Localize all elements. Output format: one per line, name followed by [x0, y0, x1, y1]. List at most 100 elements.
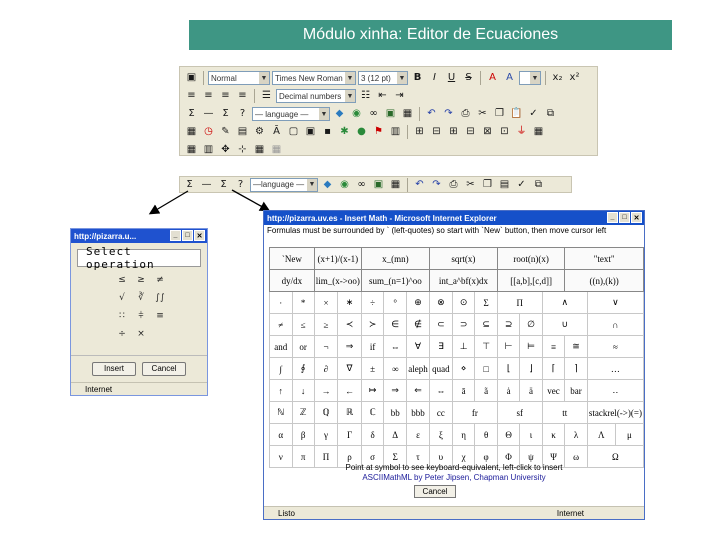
symbol-cell[interactable]: ≥: [313, 313, 339, 336]
minimize-icon[interactable]: _: [170, 230, 181, 241]
minimize-icon[interactable]: _: [607, 212, 618, 223]
symbol-cell[interactable]: ∇: [337, 357, 362, 380]
symbol-cell[interactable]: ±: [360, 357, 385, 380]
symbol-cell[interactable]: ⌈: [541, 357, 566, 380]
symbol-cell[interactable]: ⊇: [496, 313, 521, 336]
symbol-cell[interactable]: ⇒: [337, 335, 362, 358]
symbol-cell[interactable]: →: [313, 379, 339, 402]
symbol-cell[interactable]: ¬: [313, 335, 339, 358]
symbol-cell[interactable]: ⋄: [451, 357, 476, 380]
symbol-cell[interactable]: vec: [541, 379, 566, 402]
symbol-cell[interactable]: Σ: [474, 291, 498, 314]
symbol-cell[interactable]: ((n),(k)): [564, 269, 644, 292]
symbol-cell[interactable]: ⌋: [519, 357, 543, 380]
symbol-cell[interactable]: ⊙: [451, 291, 476, 314]
symbol-cell[interactable]: ∃: [428, 335, 453, 358]
symbol-cell[interactable]: root(n)(x): [496, 247, 566, 270]
symbol-cell[interactable]: ⊃: [451, 313, 476, 336]
symbol-cell[interactable]: ⊥: [451, 335, 476, 358]
symbol-cell[interactable]: ∩: [586, 313, 645, 336]
symbol-cell[interactable]: ∀: [406, 335, 430, 358]
symbol-cell[interactable]: δ: [360, 423, 385, 446]
symbol-cell[interactable]: Π: [496, 291, 543, 314]
symbol-cell[interactable]: α: [269, 423, 293, 446]
symbol-cell[interactable]: ⇒: [383, 379, 407, 402]
symbol-cell[interactable]: ≠: [269, 313, 293, 336]
symbol-cell[interactable]: ι: [519, 423, 543, 446]
maximize-icon[interactable]: □: [619, 212, 630, 223]
operation-button[interactable]: ÷: [113, 325, 131, 342]
operation-button[interactable]: ⫩: [132, 307, 150, 324]
symbol-cell[interactable]: ∫: [269, 357, 293, 380]
symbol-cell[interactable]: bar: [564, 379, 588, 402]
symbol-cell[interactable]: ÷: [360, 291, 385, 314]
symbol-cell[interactable]: cc: [428, 401, 453, 424]
symbol-cell[interactable]: bb: [383, 401, 407, 424]
symbol-cell[interactable]: μ: [614, 423, 645, 446]
symbol-cell[interactable]: □: [474, 357, 498, 380]
close-icon[interactable]: ✕: [631, 212, 642, 223]
symbol-cell[interactable]: ⊤: [474, 335, 498, 358]
operation-button[interactable]: √: [113, 289, 131, 306]
close-icon[interactable]: ✕: [194, 230, 205, 241]
symbol-cell[interactable]: ȧ: [496, 379, 521, 402]
symbol-cell[interactable]: ≡: [541, 335, 566, 358]
symbol-cell[interactable]: ≈: [586, 335, 645, 358]
cancel-button[interactable]: Cancel: [142, 361, 186, 376]
operation-button[interactable]: [151, 325, 169, 342]
symbol-cell[interactable]: γ: [313, 423, 339, 446]
symbol-cell[interactable]: x_(mn): [360, 247, 430, 270]
symbol-cell[interactable]: int_a^bf(x)dx: [428, 269, 498, 292]
symbol-cell[interactable]: ←: [337, 379, 362, 402]
symbol-cell[interactable]: ∞: [383, 357, 407, 380]
symbol-cell[interactable]: ⇔: [383, 335, 407, 358]
symbol-cell[interactable]: aleph: [406, 357, 430, 380]
symbol-cell[interactable]: ä: [519, 379, 543, 402]
symbol-cell[interactable]: [[a,b],[c,d]]: [496, 269, 566, 292]
symbol-cell[interactable]: ∧: [541, 291, 588, 314]
symbol-cell[interactable]: fr: [451, 401, 498, 424]
operation-button[interactable]: ∛: [132, 289, 150, 306]
symbol-cell[interactable]: ·: [269, 291, 293, 314]
operation-button[interactable]: ∫∫: [151, 289, 169, 306]
symbol-cell[interactable]: ℤ: [291, 401, 315, 424]
symbol-cell[interactable]: ā: [451, 379, 476, 402]
symbol-cell[interactable]: ∅: [519, 313, 543, 336]
insert-button[interactable]: Insert: [92, 361, 136, 376]
symbol-cell[interactable]: ξ: [428, 423, 453, 446]
symbol-cell[interactable]: if: [360, 335, 385, 358]
symbol-cell[interactable]: tt: [541, 401, 588, 424]
symbol-cell[interactable]: ×: [313, 291, 339, 314]
symbol-cell[interactable]: ∪: [541, 313, 588, 336]
operation-button[interactable]: ≡: [151, 307, 169, 324]
symbol-cell[interactable]: ℂ: [360, 401, 385, 424]
operation-button[interactable]: ×: [132, 325, 150, 342]
symbol-cell[interactable]: quad: [428, 357, 453, 380]
operation-button[interactable]: ≥: [132, 271, 150, 288]
symbol-cell[interactable]: and: [269, 335, 293, 358]
symbol-cell[interactable]: θ: [474, 423, 498, 446]
symbol-cell[interactable]: ⌉: [564, 357, 588, 380]
symbol-cell[interactable]: lim_(x->oo): [313, 269, 362, 292]
symbol-cell[interactable]: ∉: [406, 313, 430, 336]
symbol-cell[interactable]: ⊆: [474, 313, 498, 336]
symbol-cell[interactable]: *: [291, 291, 315, 314]
symbol-cell[interactable]: sum_(n=1)^oo: [360, 269, 430, 292]
symbol-cell[interactable]: stackrel(->)(=): [586, 401, 645, 424]
operation-button[interactable]: ∷: [113, 307, 131, 324]
symbol-cell[interactable]: ↦: [360, 379, 385, 402]
symbol-cell[interactable]: (x+1)/(x-1): [313, 247, 362, 270]
symbol-cell[interactable]: °: [383, 291, 407, 314]
symbol-cell[interactable]: ∈: [383, 313, 407, 336]
symbol-cell[interactable]: "text": [564, 247, 644, 270]
cancel-button[interactable]: Cancel: [414, 485, 456, 498]
credit-link[interactable]: ASCIIMathML by Peter Jipsen, Chapman Uni…: [264, 473, 644, 482]
symbol-cell[interactable]: ≻: [360, 313, 385, 336]
symbol-cell[interactable]: κ: [541, 423, 566, 446]
symbol-cell[interactable]: bbb: [406, 401, 430, 424]
symbol-cell[interactable]: ≅: [564, 335, 588, 358]
symbol-cell[interactable]: Γ: [337, 423, 362, 446]
symbol-cell[interactable]: ⌊: [496, 357, 521, 380]
operation-button[interactable]: ≤: [113, 271, 131, 288]
symbol-cell[interactable]: ℚ: [313, 401, 339, 424]
